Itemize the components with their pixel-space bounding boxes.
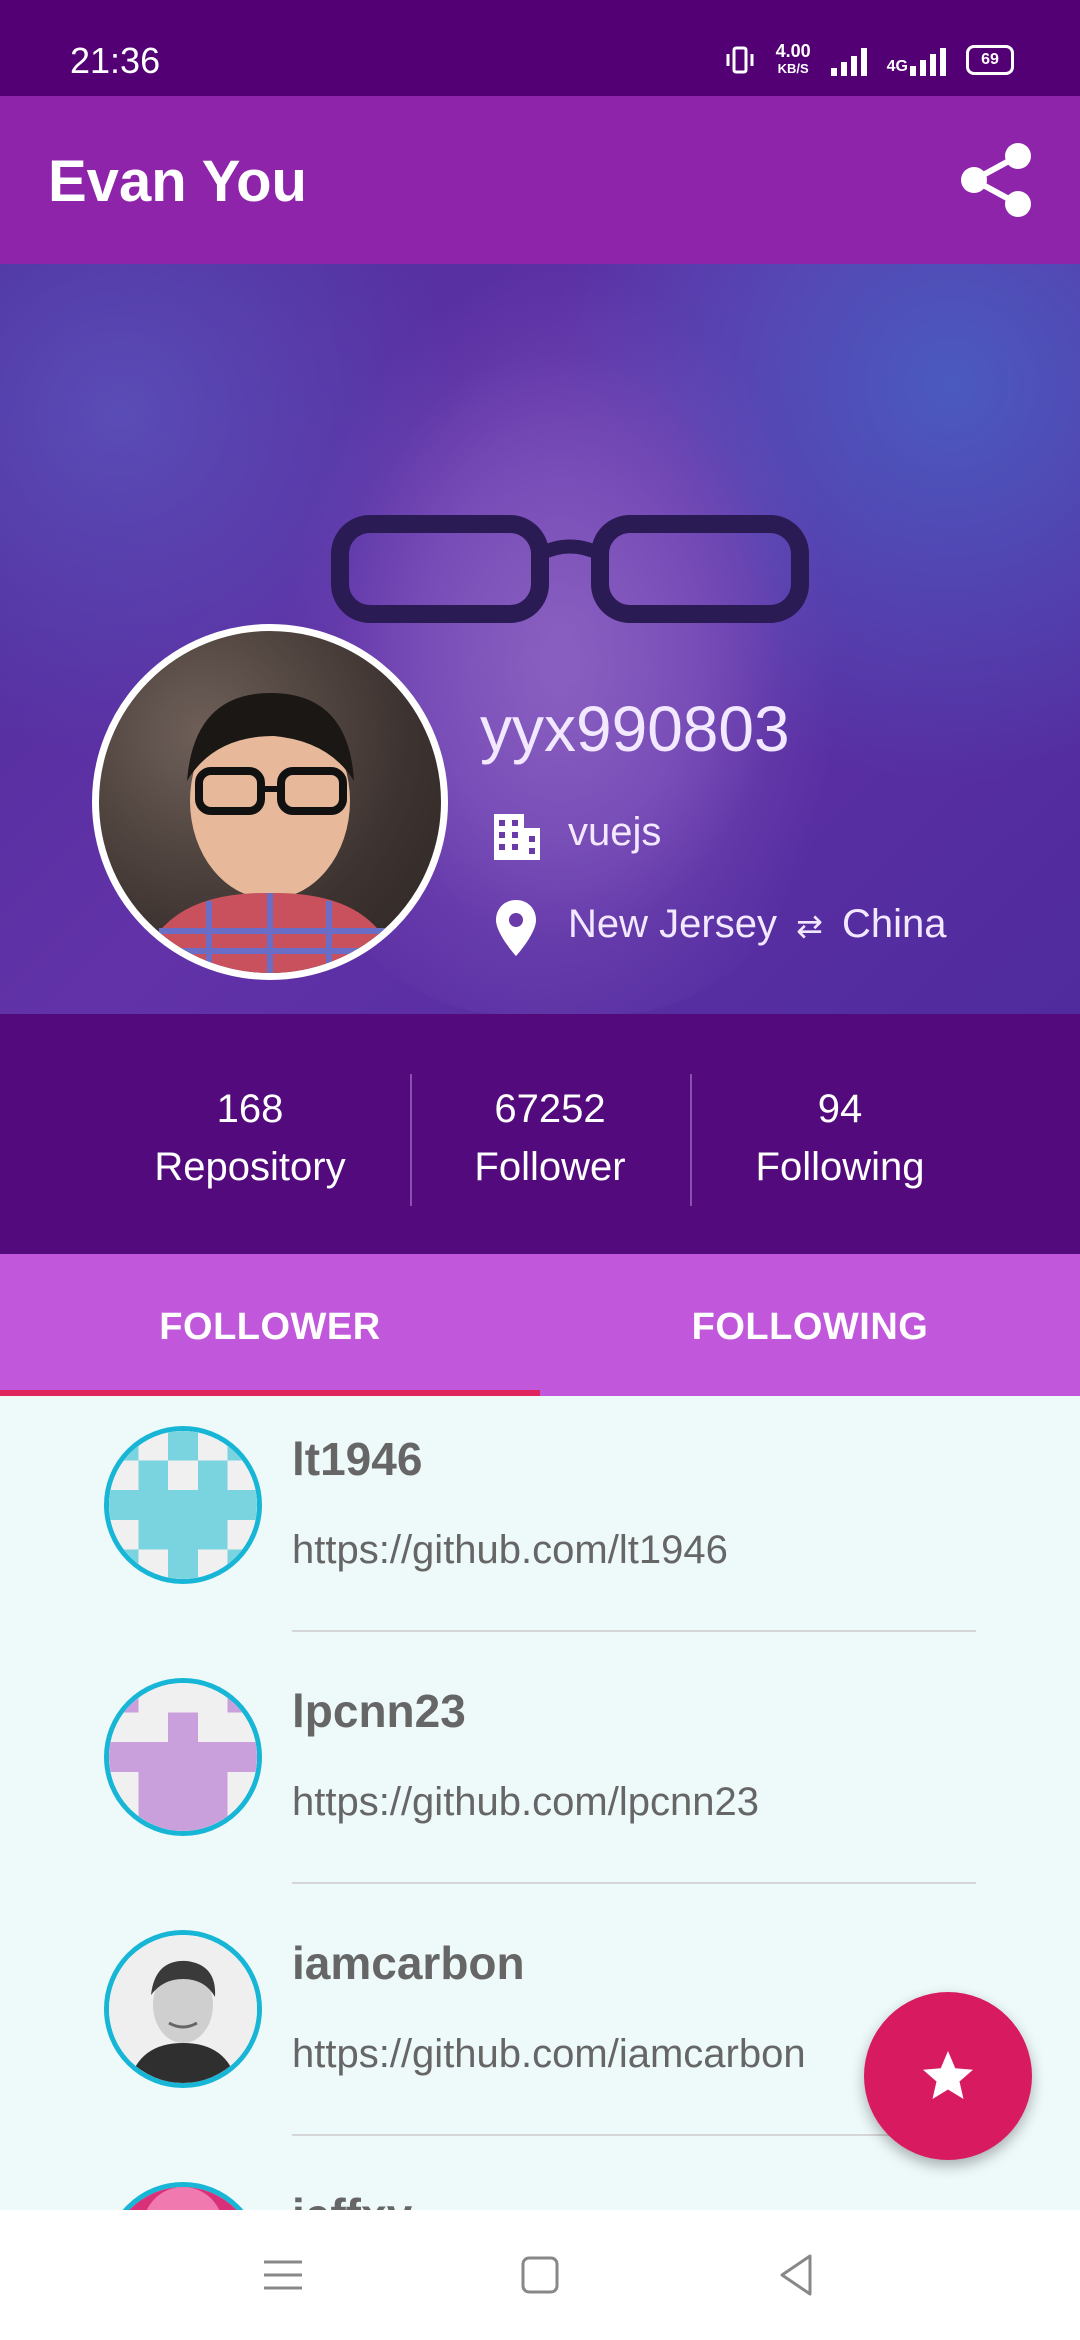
follower-avatar xyxy=(104,1930,262,2088)
net-speed: 4.00 KB/S xyxy=(776,42,811,78)
divider xyxy=(292,2134,976,2136)
stat-repository[interactable]: 168 Repository xyxy=(140,1080,360,1196)
location-from: New Jersey xyxy=(568,902,777,946)
signal-icon xyxy=(830,44,867,76)
stat-divider xyxy=(690,1074,692,1206)
location: New Jersey ⇄ China xyxy=(568,902,947,947)
location-pin-icon xyxy=(496,900,536,956)
favorite-fab-button[interactable] xyxy=(864,1992,1032,2160)
stat-following[interactable]: 94 Following xyxy=(730,1080,950,1196)
battery-icon: 69 xyxy=(966,45,1014,75)
follower-name: iamcarbon xyxy=(292,1937,525,1989)
divider xyxy=(292,1882,976,1884)
battery-level: 69 xyxy=(981,51,999,68)
vibrate-icon xyxy=(726,46,754,74)
follower-url[interactable]: https://github.com/iamcarbon xyxy=(292,2032,806,2077)
avatar xyxy=(92,624,448,980)
list-item[interactable]: lpcnn23 https://github.com/lpcnn23 xyxy=(0,1648,1080,1900)
stat-follower-value: 67252 xyxy=(494,1087,606,1131)
stat-following-value: 94 xyxy=(817,1087,863,1131)
background-glasses xyxy=(331,515,809,623)
net-speed-value: 4.00 xyxy=(775,41,811,61)
signal-4g-icon: 4G xyxy=(887,44,946,76)
share-icon[interactable] xyxy=(956,140,1036,220)
net-speed-unit: KB/S xyxy=(777,61,809,76)
stat-follower-label: Follower xyxy=(474,1145,626,1189)
follower-url[interactable]: https://github.com/lt1946 xyxy=(292,1528,728,1573)
location-arrow: ⇄ xyxy=(796,908,823,944)
username: yyx990803 xyxy=(480,693,790,765)
menu-icon[interactable] xyxy=(258,2250,308,2300)
follower-name: lpcnn23 xyxy=(292,1685,466,1737)
network-type: 4G xyxy=(886,58,908,75)
company-icon xyxy=(494,814,540,860)
stat-follower[interactable]: 67252 Follower xyxy=(440,1080,660,1196)
system-nav-bar xyxy=(0,2210,1080,2340)
follower-url[interactable]: https://github.com/lpcnn23 xyxy=(292,1780,759,1825)
avatar-portrait xyxy=(139,692,399,973)
list-item[interactable]: jeffxy xyxy=(0,2152,1080,2210)
status-icons: 4.00 KB/S 4G 69 xyxy=(724,42,1014,78)
status-time: 21:36 xyxy=(70,40,161,81)
stat-repository-value: 168 xyxy=(216,1087,284,1131)
location-to: China xyxy=(842,902,947,946)
list-item[interactable]: lt1946 https://github.com/lt1946 xyxy=(0,1396,1080,1648)
stats-bar: 168 Repository 67252 Follower 94 Followi… xyxy=(0,1014,1080,1254)
tab-following[interactable]: FOLLOWING xyxy=(540,1306,1080,1349)
company-name: vuejs xyxy=(568,810,662,854)
follower-avatar xyxy=(104,1678,262,1836)
stat-repository-label: Repository xyxy=(154,1145,346,1189)
follower-name: lt1946 xyxy=(292,1433,423,1485)
home-icon[interactable] xyxy=(515,2250,565,2300)
photo-avatar xyxy=(109,1935,257,2083)
star-icon xyxy=(923,2051,973,2099)
identicon xyxy=(109,1683,257,1831)
stat-following-label: Following xyxy=(755,1145,925,1189)
follower-avatar xyxy=(104,1426,262,1584)
tab-bar: FOLLOWER FOLLOWING xyxy=(0,1254,1080,1396)
follower-avatar xyxy=(104,2182,262,2210)
back-icon[interactable] xyxy=(772,2250,822,2300)
app-bar: Evan You xyxy=(0,96,1080,264)
page-title: Evan You xyxy=(48,149,307,214)
identicon xyxy=(109,1431,257,1579)
status-bar: 21:36 4.00 KB/S 4G 69 xyxy=(0,0,1080,96)
stat-divider xyxy=(410,1074,412,1206)
tab-follower[interactable]: FOLLOWER xyxy=(0,1306,540,1349)
divider xyxy=(292,1630,976,1632)
follower-name: jeffxy xyxy=(292,2188,412,2210)
photo-avatar xyxy=(109,2187,257,2210)
